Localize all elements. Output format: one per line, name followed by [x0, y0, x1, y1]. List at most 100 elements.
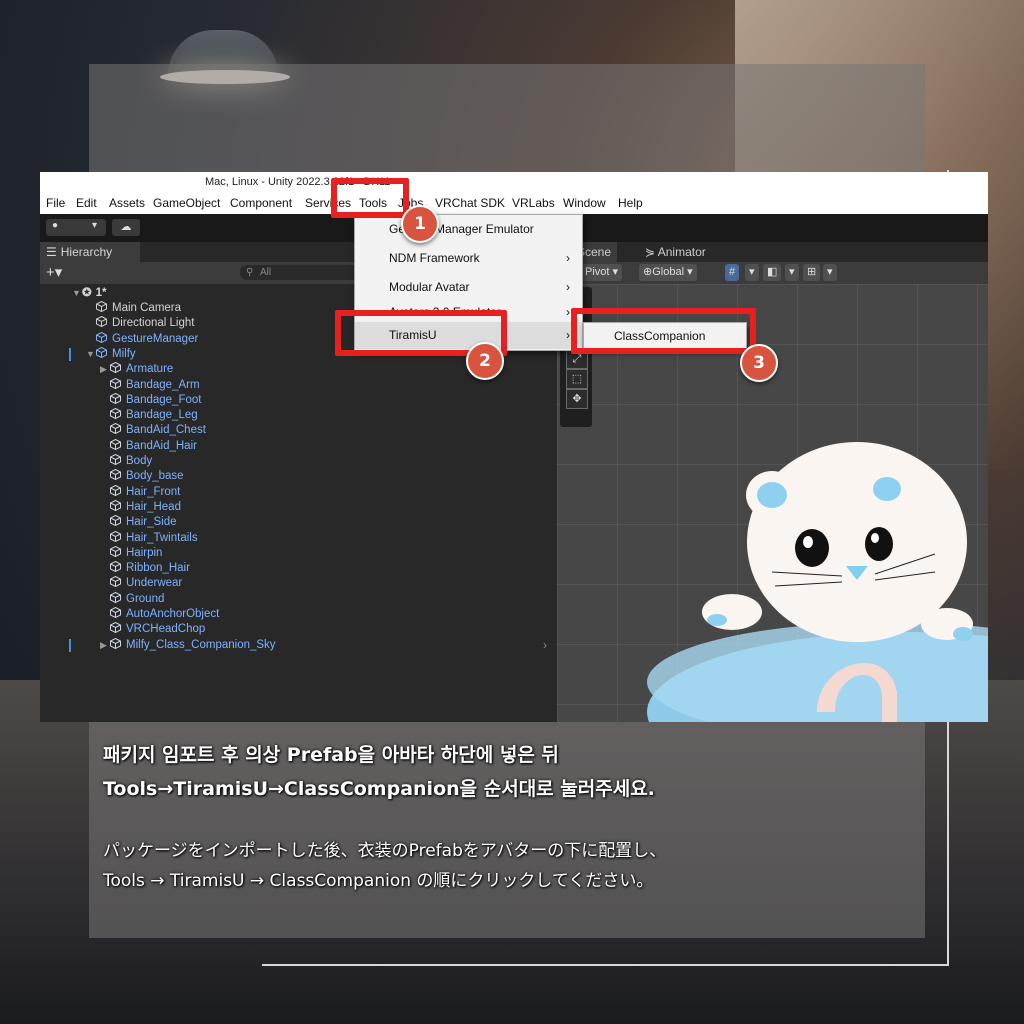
hierarchy-item-label: Bandage_Foot — [126, 393, 202, 406]
gameobject-cube-icon — [110, 499, 121, 511]
cloud-icon[interactable]: ☁ — [112, 219, 140, 236]
hierarchy-item-label: Body_base — [126, 470, 184, 483]
expand-arrow-icon[interactable]: ▶ — [100, 362, 110, 377]
gameobject-cube-icon — [110, 469, 121, 481]
hierarchy-item[interactable]: Ground — [100, 591, 165, 607]
hierarchy-item-label: Milfy_Class_Companion_Sky — [126, 638, 276, 651]
avatar-eye-left-shine — [803, 536, 813, 548]
hierarchy-item[interactable]: Hair_Front — [100, 484, 180, 500]
hierarchy-item[interactable]: Underwear — [100, 576, 182, 591]
unity-logo-icon: ✪ — [82, 287, 92, 299]
gameobject-cube-icon — [110, 408, 121, 420]
hierarchy-item[interactable]: Bandage_Arm — [100, 377, 200, 393]
hierarchy-item-label: Milfy — [112, 347, 136, 360]
gameobject-cube-icon — [110, 530, 121, 542]
menu-vrchat-sdk[interactable]: VRChat SDK — [435, 196, 505, 210]
hierarchy-item[interactable]: Main Camera — [86, 300, 182, 316]
hierarchy-tab-label: Hierarchy — [60, 245, 113, 259]
hierarchy-item-label: Bandage_Leg — [126, 409, 198, 422]
hierarchy-item[interactable]: AutoAnchorObject — [100, 606, 219, 622]
hierarchy-item[interactable]: Bandage_Foot — [100, 392, 202, 408]
gameobject-cube-icon — [110, 392, 121, 404]
account-dropdown[interactable]: ● ▾ — [46, 219, 106, 236]
gameobject-cube-icon — [110, 622, 121, 634]
hierarchy-item-label: BandAid_Chest — [126, 424, 206, 437]
gameobject-cube-icon — [110, 576, 121, 588]
hierarchy-item[interactable]: Body_base — [100, 469, 184, 484]
expand-arrow-icon[interactable]: ▼ — [86, 347, 96, 362]
hierarchy-item[interactable]: GestureManager — [86, 331, 199, 347]
hierarchy-item[interactable]: ▶ Milfy_Class_Companion_Sky — [100, 637, 276, 653]
hierarchy-item-label: Hair_Head — [126, 500, 181, 513]
add-object-button[interactable]: +▾ — [46, 263, 62, 281]
caption-japanese-line2: Tools → TiramisU → ClassCompanion の順にクリッ… — [103, 871, 654, 891]
unity-editor-screenshot: Mac, Linux - Unity 2022.3.22f1 <DX11> Fi… — [40, 172, 988, 722]
avatar-paw-left — [707, 614, 727, 626]
gameobject-cube-icon — [96, 300, 107, 313]
gameobject-cube-icon — [96, 346, 107, 358]
hierarchy-item[interactable]: Ribbon_Hair — [100, 561, 190, 576]
gameobject-cube-icon — [96, 331, 107, 343]
gameobject-cube-icon — [110, 453, 121, 466]
hierarchy-item[interactable]: Hairpin — [100, 545, 162, 561]
hierarchy-item[interactable]: ▼ Milfy — [86, 346, 136, 362]
menu-item-modular-avatar[interactable]: Modular Avatar › — [355, 273, 582, 302]
menu-help[interactable]: Help — [618, 196, 643, 210]
avatar-ear-right-inner — [873, 477, 901, 501]
gameobject-cube-icon — [110, 515, 121, 527]
hierarchy-item[interactable]: BandAid_Chest — [100, 423, 206, 438]
expand-arrow-icon[interactable]: ▶ — [100, 638, 110, 653]
menu-file[interactable]: File — [46, 196, 65, 210]
menu-edit[interactable]: Edit — [76, 196, 97, 210]
hierarchy-item[interactable]: Bandage_Leg — [100, 408, 198, 423]
chevron-right-icon[interactable]: › — [543, 638, 547, 652]
gameobject-cube-icon — [96, 316, 107, 328]
hierarchy-item-label: Body — [126, 455, 153, 467]
gameobject-cube-icon — [110, 591, 121, 603]
gameobject-cube-icon — [110, 606, 121, 619]
avatar-paw-right — [953, 627, 973, 641]
step-badge-3: 3 — [740, 344, 778, 382]
caption-korean-line1: 패키지 임포트 후 의상 Prefab을 아바타 하단에 넣은 뒤 — [103, 744, 559, 766]
step-badge-2: 2 — [466, 342, 504, 380]
hierarchy-item-label: Ground — [126, 592, 165, 605]
expand-arrow-icon[interactable]: ▼ — [72, 286, 82, 301]
gameobject-cube-icon — [110, 423, 121, 435]
hierarchy-item[interactable]: VRCHeadChop — [100, 622, 205, 637]
chevron-right-icon: › — [566, 305, 570, 319]
menu-component[interactable]: Component — [230, 196, 292, 210]
account-icon: ● — [52, 220, 59, 231]
gameobject-cube-icon — [110, 545, 121, 557]
hierarchy-item[interactable]: Hair_Twintails — [100, 530, 198, 546]
menu-assets[interactable]: Assets — [109, 196, 145, 210]
hierarchy-item-label: Directional Light — [112, 317, 195, 330]
avatar-eye-right-shine — [871, 533, 879, 543]
hierarchy-item-label: Main Camera — [112, 302, 182, 314]
chevron-right-icon: › — [566, 251, 570, 265]
menu-window[interactable]: Window — [563, 196, 606, 210]
chevron-right-icon: › — [566, 328, 570, 342]
hierarchy-item-label: Underwear — [126, 577, 183, 590]
menu-item-ndm-framework[interactable]: NDM Framework › — [355, 244, 582, 273]
chevron-right-icon: › — [566, 280, 570, 294]
hierarchy-item-label: Hair_Twintails — [126, 531, 198, 544]
hierarchy-item-label: GestureManager — [112, 332, 199, 345]
menu-vrlabs[interactable]: VRLabs — [512, 196, 555, 210]
hierarchy-item[interactable]: Directional Light — [86, 316, 194, 331]
hierarchy-item[interactable]: ▶ Armature — [100, 362, 173, 377]
menu-item-gesture-manager[interactable]: Gesture Manager Emulator — [355, 215, 582, 244]
gameobject-cube-icon — [110, 438, 121, 450]
hierarchy-item[interactable]: Hair_Side — [100, 515, 177, 530]
scene-root[interactable]: ▼✪ 1* — [72, 286, 107, 301]
window-titlebar: Mac, Linux - Unity 2022.3.22f1 <DX11> — [40, 172, 988, 192]
tab-hierarchy[interactable]: ☰ Hierarchy — [40, 242, 140, 262]
hierarchy-item[interactable]: Hair_Head — [100, 499, 181, 515]
hierarchy-item[interactable]: BandAid_Hair — [100, 438, 197, 454]
hierarchy-item[interactable]: Body — [100, 453, 153, 469]
chevron-down-icon: ▾ — [92, 220, 98, 231]
hierarchy-item-label: Armature — [126, 363, 174, 376]
menu-gameobject[interactable]: GameObject — [153, 196, 220, 210]
hierarchy-item-label: Ribbon_Hair — [126, 562, 190, 575]
scene-name: 1* — [95, 287, 107, 299]
hierarchy-item-label: Bandage_Arm — [126, 378, 200, 391]
